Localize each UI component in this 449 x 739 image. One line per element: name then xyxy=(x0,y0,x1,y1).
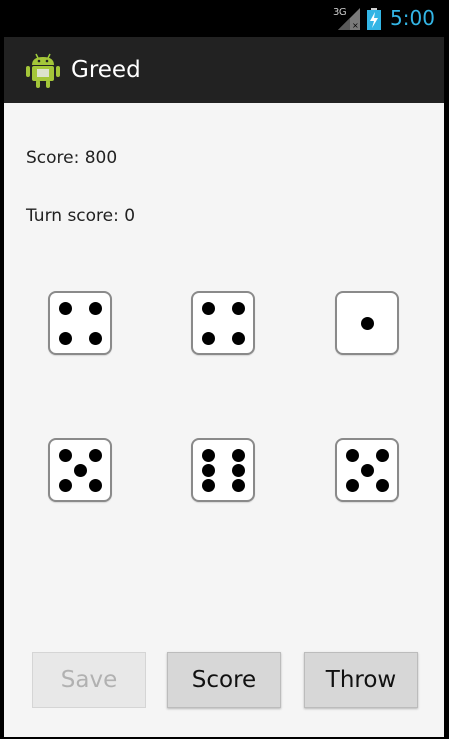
turn-score-label: Turn score: 0 xyxy=(26,206,136,226)
action-bar: Greed xyxy=(4,37,444,103)
die-pip xyxy=(231,478,245,492)
die-1[interactable] xyxy=(48,291,112,355)
die-pip xyxy=(201,448,215,462)
die-pip xyxy=(201,463,215,477)
die-pip xyxy=(58,478,72,492)
battery-charging-icon xyxy=(367,8,381,30)
die-pip xyxy=(231,301,245,315)
die-pip xyxy=(201,331,215,345)
die-pip xyxy=(58,331,72,345)
die-pip xyxy=(375,448,389,462)
die-pip xyxy=(88,301,102,315)
die-2[interactable] xyxy=(191,291,255,355)
status-clock: 5:00 xyxy=(390,6,435,30)
throw-button[interactable]: Throw xyxy=(304,652,418,708)
die-4[interactable] xyxy=(48,438,112,502)
die-pip xyxy=(231,448,245,462)
die-pip xyxy=(88,331,102,345)
die-3[interactable] xyxy=(335,291,399,355)
signal-icon: × xyxy=(338,8,360,30)
svg-text:×: × xyxy=(352,21,359,30)
die-pip xyxy=(360,316,374,330)
die-pip xyxy=(201,478,215,492)
app-title: Greed xyxy=(71,57,141,83)
die-pip xyxy=(58,301,72,315)
die-pip xyxy=(375,478,389,492)
die-pip xyxy=(88,448,102,462)
die-pip xyxy=(345,448,359,462)
die-pip xyxy=(58,448,72,462)
die-pip xyxy=(360,463,374,477)
status-bar: 3G × 5:00 xyxy=(0,0,449,37)
die-6[interactable] xyxy=(335,438,399,502)
die-pip xyxy=(88,478,102,492)
save-button[interactable]: Save xyxy=(32,652,146,708)
die-pip xyxy=(73,463,87,477)
die-pip xyxy=(231,331,245,345)
game-content: Score: 800 Turn score: 0 Save Score Thro… xyxy=(4,103,444,737)
die-5[interactable] xyxy=(191,438,255,502)
score-label: Score: 800 xyxy=(26,148,118,168)
android-logo-icon xyxy=(26,53,60,88)
die-pip xyxy=(201,301,215,315)
score-button[interactable]: Score xyxy=(167,652,281,708)
die-pip xyxy=(345,478,359,492)
die-pip xyxy=(231,463,245,477)
